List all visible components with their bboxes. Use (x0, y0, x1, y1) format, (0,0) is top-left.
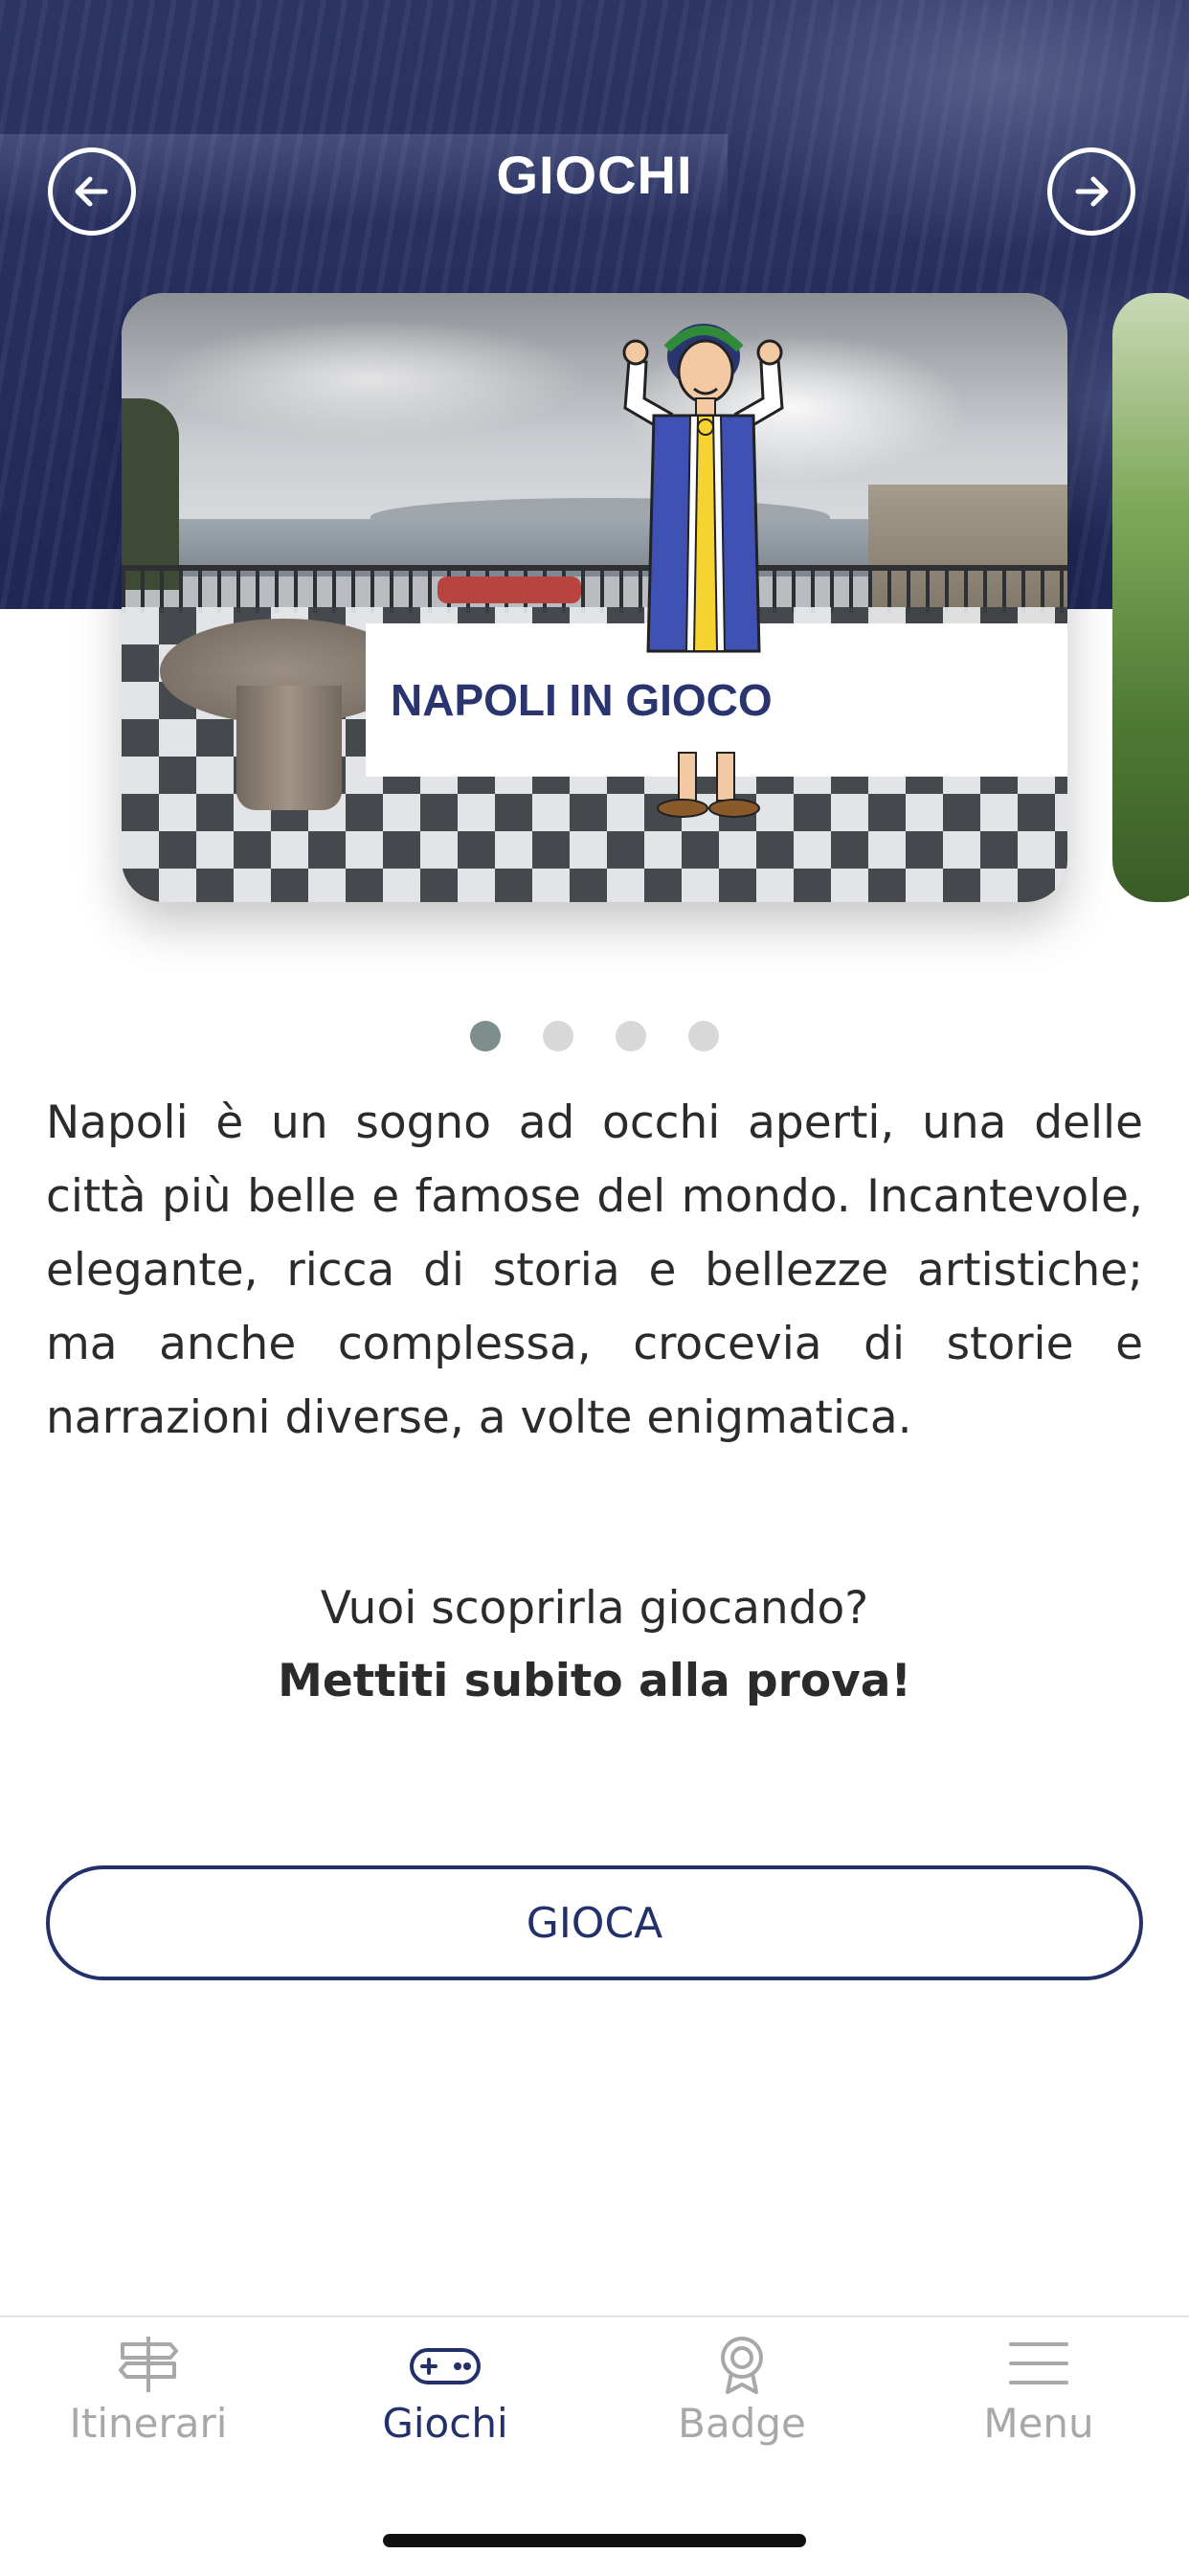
carousel-pagination (0, 1021, 1189, 1051)
card-image-pedestal (236, 686, 342, 810)
forward-button[interactable] (1047, 147, 1135, 236)
gamepad-icon (410, 2348, 481, 2384)
next-game-card-peek[interactable] (1112, 293, 1189, 902)
tab-label: Giochi (382, 2400, 508, 2447)
home-indicator[interactable] (383, 2534, 806, 2547)
menu-icon (1009, 2342, 1068, 2384)
cta-question: Vuoi scoprirla giocando? (320, 1582, 869, 1635)
card-image-tree (122, 398, 179, 590)
tab-giochi[interactable]: Giochi (297, 2335, 594, 2478)
pagination-dot[interactable] (688, 1021, 719, 1051)
pagination-dot[interactable] (616, 1021, 646, 1051)
pagination-dot-active[interactable] (470, 1021, 501, 1051)
tab-menu[interactable]: Menu (890, 2335, 1187, 2478)
tab-label: Itinerari (69, 2400, 228, 2447)
signpost-icon (119, 2337, 178, 2392)
page-title: GIOCHI (496, 145, 693, 205)
pagination-dot[interactable] (543, 1021, 573, 1051)
mascot-character-illustration (622, 324, 784, 818)
game-description: Napoli è un sogno ad occhi aperti, una d… (46, 1096, 1143, 1444)
tab-badge[interactable]: Badge (594, 2335, 890, 2478)
tab-itinerari[interactable]: Itinerari (0, 2335, 297, 2478)
badge-icon (721, 2337, 763, 2394)
play-button[interactable]: GIOCA (46, 1865, 1143, 1980)
cta-headline: Mettiti subito alla prova! (278, 1655, 911, 1707)
tab-label: Badge (678, 2400, 806, 2447)
game-card-napoli-in-gioco[interactable]: NAPOLI IN GIOCO (122, 293, 1067, 902)
tab-label: Menu (983, 2400, 1094, 2447)
card-image-flowers (437, 576, 581, 603)
arrow-right-circle-icon (1075, 176, 1109, 207)
